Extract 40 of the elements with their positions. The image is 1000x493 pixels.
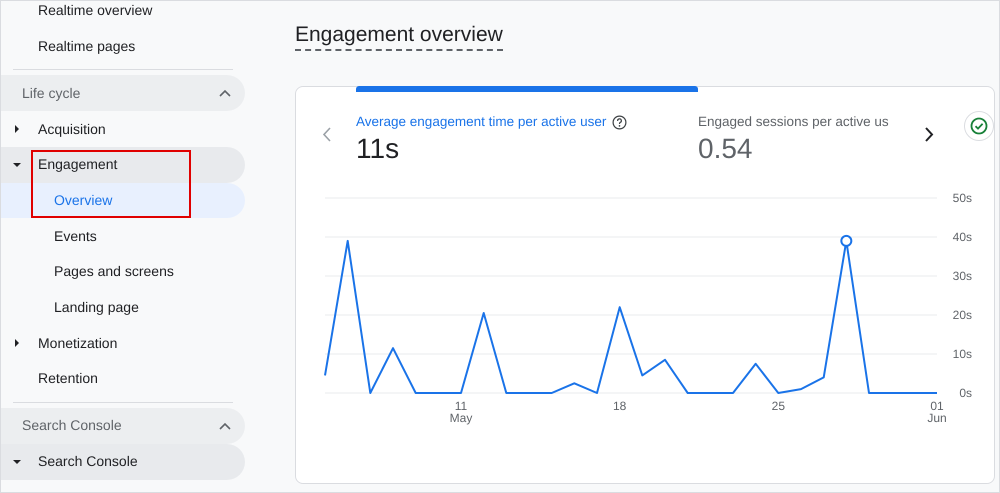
caret-icon xyxy=(13,339,21,348)
page-title: Engagement overview xyxy=(295,23,503,51)
caret-icon xyxy=(13,125,21,134)
nav-group[interactable]: Acquisition xyxy=(1,111,245,148)
axis-label: 0s xyxy=(959,386,972,400)
chevron-up-icon xyxy=(219,89,231,98)
nav-group[interactable]: Engagement xyxy=(1,147,245,183)
nav-item[interactable]: Overview xyxy=(1,182,245,218)
data-point-marker[interactable] xyxy=(840,234,852,247)
nav-item[interactable]: Realtime pages xyxy=(38,28,136,64)
axis-label: 01 Jun xyxy=(927,399,947,425)
metric-tab[interactable]: Average engagement time per active user 11s xyxy=(356,86,698,166)
metric-label: Engaged sessions per active us xyxy=(698,113,889,131)
axis-label: 50s xyxy=(952,191,972,205)
axis-label: 30s xyxy=(952,269,972,283)
axis-label: 40s xyxy=(952,230,972,244)
axis-label: 18 xyxy=(612,399,626,413)
metric-tab[interactable]: Engaged sessions per active us 0.54 xyxy=(698,86,916,166)
nav-item[interactable]: Landing page xyxy=(1,290,245,326)
nav-item[interactable]: Pages and screens xyxy=(1,254,245,290)
nav-item[interactable]: Events xyxy=(1,218,245,254)
nav-group[interactable]: Monetization xyxy=(1,326,245,362)
chevron-left-icon[interactable] xyxy=(322,127,330,142)
metric-value: 11s xyxy=(356,132,400,166)
section-header[interactable]: Search Console xyxy=(1,408,245,444)
caret-icon xyxy=(13,160,21,169)
caret-icon xyxy=(13,458,21,466)
section-header[interactable]: Life cycle xyxy=(1,75,245,112)
nav-item[interactable]: Realtime overview xyxy=(38,1,152,29)
nav-item[interactable]: Retention xyxy=(38,361,98,397)
axis-label: 10s xyxy=(952,347,972,361)
axis-label: 11 May xyxy=(450,399,472,425)
chevron-right-icon[interactable] xyxy=(924,127,934,142)
metric-value: 0.54 xyxy=(698,132,752,166)
nav-group[interactable]: Search Console xyxy=(1,444,245,480)
help-icon[interactable] xyxy=(612,114,628,130)
axis-label: 25 xyxy=(772,399,786,413)
axis-label: 20s xyxy=(952,308,972,322)
chevron-up-icon xyxy=(219,422,231,430)
metric-label: Average engagement time per active user xyxy=(356,113,606,131)
